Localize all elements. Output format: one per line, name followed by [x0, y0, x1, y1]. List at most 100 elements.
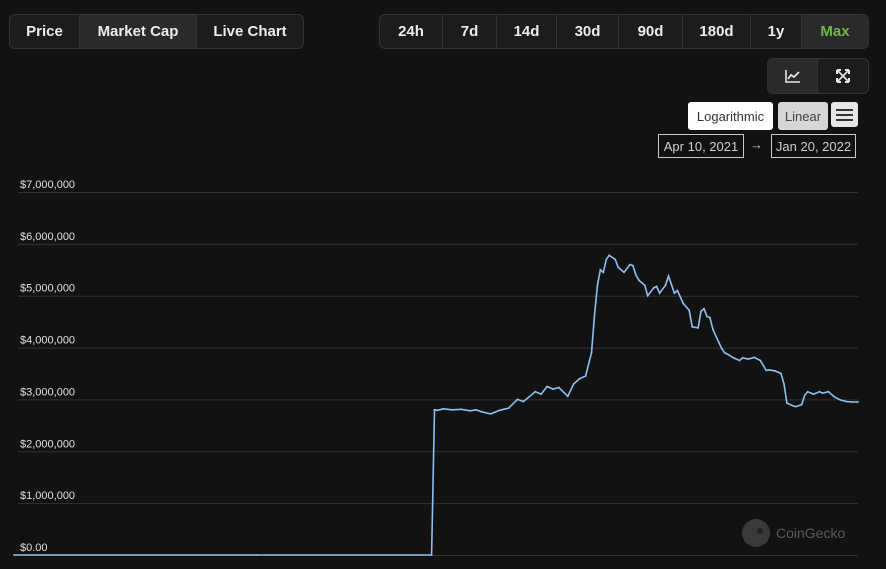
data-point — [747, 358, 750, 360]
data-point — [632, 264, 634, 267]
data-point — [442, 407, 445, 410]
data-point — [833, 395, 836, 398]
range-24h[interactable]: 24h — [380, 15, 443, 48]
data-point — [800, 403, 803, 406]
data-point — [738, 359, 741, 362]
data-point — [655, 285, 658, 288]
data-point — [522, 400, 525, 403]
data-point — [664, 284, 667, 287]
data-point — [608, 254, 611, 257]
date-from-input[interactable]: Apr 10, 2021 — [658, 134, 744, 158]
data-point — [652, 287, 655, 289]
data-point — [540, 393, 542, 396]
data-point — [703, 307, 705, 310]
data-point — [534, 390, 537, 393]
data-point — [839, 399, 842, 401]
data-point — [436, 409, 439, 412]
data-point — [759, 359, 762, 362]
data-point — [638, 279, 640, 282]
data-point — [629, 263, 631, 266]
data-point — [255, 554, 258, 556]
watermark-text: CoinGecko — [776, 525, 846, 541]
data-point — [572, 383, 575, 385]
data-point — [741, 357, 744, 359]
data-point — [451, 408, 454, 411]
data-point — [667, 275, 670, 277]
data-point — [732, 357, 735, 359]
fullscreen-button[interactable] — [818, 59, 868, 93]
range-1y[interactable]: 1y — [751, 15, 802, 48]
data-point — [726, 353, 729, 356]
data-point — [845, 400, 848, 403]
range-30d[interactable]: 30d — [557, 15, 619, 48]
tab-market-cap[interactable]: Market Cap — [80, 15, 197, 48]
data-point — [430, 554, 433, 556]
data-point — [593, 315, 596, 318]
data-point — [489, 413, 492, 415]
data-point — [643, 284, 646, 287]
data-point — [433, 408, 436, 411]
chart-type-tabs: Price Market Cap Live Chart — [9, 14, 304, 49]
data-point — [676, 289, 679, 292]
data-point — [599, 268, 602, 271]
coingecko-logo-icon — [742, 519, 770, 547]
y-tick-label: $7,000,000 — [20, 179, 75, 191]
data-point — [673, 292, 676, 294]
data-point — [812, 393, 815, 396]
data-point — [552, 388, 554, 390]
data-point — [469, 409, 471, 412]
line-chart-button[interactable] — [768, 59, 818, 93]
data-point — [783, 383, 785, 385]
data-point — [596, 284, 599, 287]
series-points — [13, 254, 859, 556]
market-cap-series-line — [14, 254, 858, 556]
range-14d[interactable]: 14d — [497, 15, 557, 48]
date-to-input[interactable]: Jan 20, 2022 — [771, 134, 856, 158]
data-point — [623, 271, 625, 274]
range-max[interactable]: Max — [802, 15, 868, 48]
range-7d[interactable]: 7d — [443, 15, 497, 48]
market-cap-chart: $0.00 $1,000,000 $2,000,000 $3,000,000 $4,00… — [13, 179, 859, 556]
range-180d[interactable]: 180d — [683, 15, 751, 48]
data-point — [700, 310, 702, 313]
y-tick-label: $6,000,000 — [20, 231, 75, 243]
data-point — [717, 341, 720, 344]
data-point — [851, 401, 853, 403]
linear-scale-button[interactable]: Linear — [778, 102, 828, 130]
data-point — [786, 402, 788, 404]
tab-price[interactable]: Price — [10, 15, 80, 48]
data-point — [481, 411, 483, 413]
y-tick-label: $0.00 — [20, 542, 48, 554]
data-point — [720, 347, 723, 350]
data-point — [723, 351, 726, 354]
data-point — [498, 409, 501, 412]
data-point — [818, 390, 821, 393]
data-point — [578, 377, 581, 380]
data-point — [558, 386, 560, 389]
data-point — [614, 258, 617, 261]
data-point — [602, 271, 605, 274]
data-point — [635, 274, 637, 276]
data-point — [806, 390, 809, 393]
data-point — [697, 327, 699, 329]
y-tick-label: $1,000,000 — [20, 490, 75, 502]
y-axis-ticks: $0.00 $1,000,000 $2,000,000 $3,000,000 $4,00… — [20, 179, 75, 554]
chart-menu-icon[interactable] — [831, 102, 858, 127]
data-point — [821, 392, 824, 395]
data-point — [857, 401, 859, 403]
data-point — [827, 390, 830, 393]
data-point — [528, 395, 531, 398]
data-point — [658, 292, 661, 294]
range-90d[interactable]: 90d — [619, 15, 683, 48]
data-point — [794, 405, 797, 408]
data-point — [460, 408, 463, 411]
y-tick-label: $4,000,000 — [20, 335, 75, 347]
logarithmic-scale-button[interactable]: Logarithmic — [688, 102, 773, 130]
data-point — [753, 356, 756, 359]
data-point — [803, 394, 806, 397]
y-tick-label: $5,000,000 — [20, 283, 75, 295]
data-point — [706, 315, 708, 318]
data-point — [682, 302, 685, 305]
tab-live-chart[interactable]: Live Chart — [197, 15, 303, 48]
data-point — [584, 375, 587, 377]
